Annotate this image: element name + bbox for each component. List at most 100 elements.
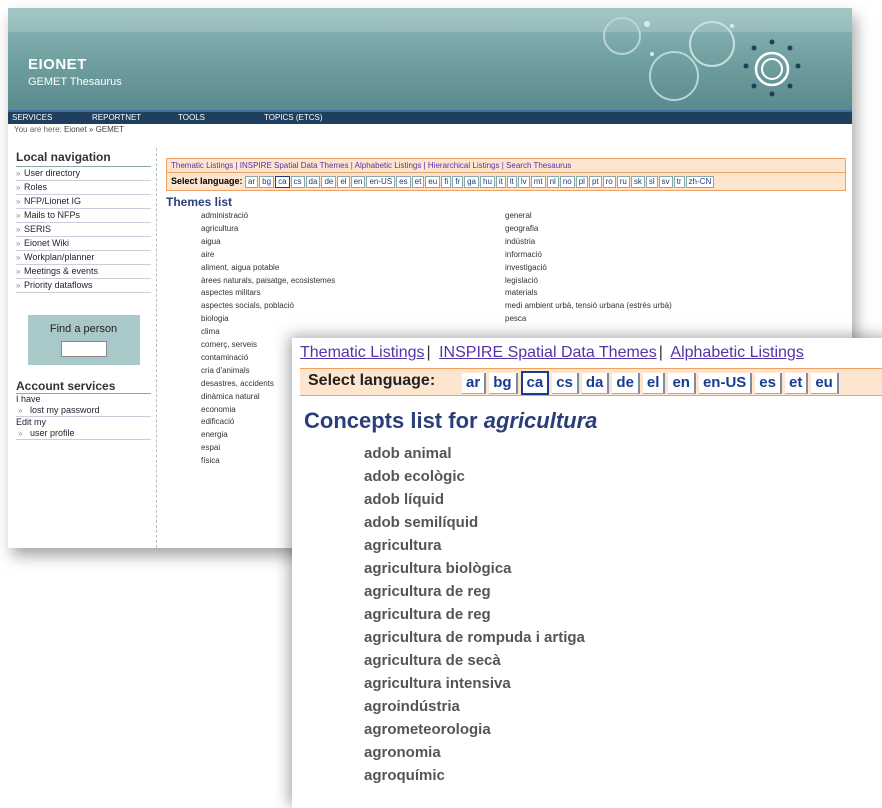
- language-fi[interactable]: fi: [441, 176, 452, 188]
- sidebar-item-wiki[interactable]: Eionet Wiki: [16, 237, 151, 251]
- theme-link[interactable]: contaminació: [201, 353, 248, 362]
- language-ga[interactable]: ga: [464, 176, 479, 188]
- language-ar[interactable]: ar: [245, 176, 259, 188]
- concept-item[interactable]: agricultura biològica: [364, 557, 585, 580]
- concept-item[interactable]: agricultura de secà: [364, 649, 585, 672]
- theme-link[interactable]: geografia: [505, 224, 538, 233]
- tab-hierarchical[interactable]: Hierarchical Listings: [428, 161, 500, 170]
- language-eu[interactable]: eu: [425, 176, 441, 188]
- zoom-language-el[interactable]: el: [642, 373, 666, 394]
- theme-link[interactable]: aspectes militars: [201, 288, 261, 297]
- language-tr[interactable]: tr: [673, 176, 685, 188]
- language-hu[interactable]: hu: [480, 176, 495, 188]
- nav-tools[interactable]: TOOLS: [178, 112, 205, 123]
- zoom-language-et[interactable]: et: [784, 373, 809, 394]
- language-es[interactable]: es: [396, 176, 411, 188]
- theme-link[interactable]: investigació: [505, 263, 547, 272]
- language-fr[interactable]: fr: [452, 176, 464, 188]
- language-el[interactable]: el: [337, 176, 350, 188]
- theme-link[interactable]: energia: [201, 430, 228, 439]
- tab-inspire[interactable]: INSPIRE Spatial Data Themes: [240, 161, 349, 170]
- theme-link[interactable]: general: [505, 211, 532, 220]
- concept-item[interactable]: agronomia: [364, 741, 585, 764]
- language-en-US[interactable]: en-US: [366, 176, 396, 188]
- theme-link[interactable]: edificació: [201, 417, 234, 426]
- breadcrumb-path[interactable]: Eionet » GEMET: [64, 125, 124, 134]
- tab-search[interactable]: Search Thesaurus: [506, 161, 571, 170]
- theme-link[interactable]: aspectes socials, població: [201, 301, 294, 310]
- concept-item[interactable]: agricultura intensiva: [364, 672, 585, 695]
- zoom-language-eu[interactable]: eu: [811, 373, 839, 394]
- language-ca[interactable]: ca: [275, 176, 290, 188]
- theme-link[interactable]: comerç, serveis: [201, 340, 257, 349]
- theme-link[interactable]: agricultura: [201, 224, 238, 233]
- language-pt[interactable]: pt: [588, 176, 602, 188]
- theme-link[interactable]: física: [201, 456, 220, 465]
- concept-item[interactable]: adob ecològic: [364, 465, 585, 488]
- zoom-language-cs[interactable]: cs: [552, 373, 579, 394]
- zoom-language-ca[interactable]: ca: [520, 371, 550, 395]
- concept-item[interactable]: agricultura de reg: [364, 603, 585, 626]
- theme-link[interactable]: medi ambient urbà, tensió urbana (estrès…: [505, 301, 672, 310]
- zoom-tab-alphabetic[interactable]: Alphabetic Listings: [670, 344, 803, 361]
- theme-link[interactable]: aigua: [201, 237, 221, 246]
- theme-link[interactable]: aire: [201, 250, 214, 259]
- nav-services[interactable]: SERVICES: [12, 112, 52, 123]
- sidebar-item-meetings[interactable]: Meetings & events: [16, 265, 151, 279]
- language-bg[interactable]: bg: [259, 176, 275, 188]
- theme-link[interactable]: espai: [201, 443, 220, 452]
- language-da[interactable]: da: [305, 176, 321, 188]
- language-no[interactable]: no: [559, 176, 575, 188]
- language-ro[interactable]: ro: [602, 176, 616, 188]
- concept-item[interactable]: agroquímic: [364, 764, 585, 787]
- sidebar-item-nfp-lionet[interactable]: NFP/Lionet IG: [16, 195, 151, 209]
- theme-link[interactable]: biologia: [201, 314, 229, 323]
- language-it[interactable]: it: [495, 176, 506, 188]
- concept-item[interactable]: adob líquid: [364, 488, 585, 511]
- nav-topics[interactable]: TOPICS (ETCS): [264, 112, 323, 123]
- sidebar-item-seris[interactable]: SERIS: [16, 223, 151, 237]
- zoom-language-bg[interactable]: bg: [489, 373, 518, 394]
- language-mt[interactable]: mt: [530, 176, 546, 188]
- eionet-logo[interactable]: EIONET: [28, 56, 87, 73]
- language-pl[interactable]: pl: [575, 176, 588, 188]
- theme-link[interactable]: indústria: [505, 237, 535, 246]
- theme-link[interactable]: dinàmica natural: [201, 392, 260, 401]
- theme-link[interactable]: aliment, aigua potable: [201, 263, 279, 272]
- concept-item[interactable]: agricultura: [364, 534, 585, 557]
- language-sl[interactable]: sl: [645, 176, 658, 188]
- find-person-input[interactable]: [60, 341, 107, 357]
- language-et[interactable]: et: [411, 176, 425, 188]
- language-zh-CN[interactable]: zh-CN: [685, 176, 715, 188]
- sidebar-item-dataflows[interactable]: Priority dataflows: [16, 279, 151, 293]
- theme-link[interactable]: legislació: [505, 276, 538, 285]
- theme-link[interactable]: informació: [505, 250, 542, 259]
- zoom-language-de[interactable]: de: [612, 373, 640, 394]
- theme-link[interactable]: administració: [201, 211, 248, 220]
- concept-item[interactable]: adob semilíquid: [364, 511, 585, 534]
- language-nl[interactable]: nl: [546, 176, 559, 188]
- zoom-language-en[interactable]: en: [668, 373, 696, 394]
- zoom-language-es[interactable]: es: [755, 373, 782, 394]
- tab-thematic[interactable]: Thematic Listings: [171, 161, 233, 170]
- zoom-language-en-US[interactable]: en-US: [698, 373, 753, 394]
- language-en[interactable]: en: [350, 176, 366, 188]
- user-profile-link[interactable]: user profile: [16, 428, 151, 440]
- zoom-language-da[interactable]: da: [581, 373, 610, 394]
- language-lv[interactable]: lv: [517, 176, 530, 188]
- language-ru[interactable]: ru: [616, 176, 630, 188]
- concept-item[interactable]: agrometeorologia: [364, 718, 585, 741]
- sidebar-item-roles[interactable]: Roles: [16, 181, 151, 195]
- language-lt[interactable]: lt: [506, 176, 517, 188]
- language-de[interactable]: de: [321, 176, 337, 188]
- theme-link[interactable]: economia: [201, 405, 236, 414]
- theme-link[interactable]: àrees naturals, paisatge, ecosistemes: [201, 276, 335, 285]
- zoom-tab-inspire[interactable]: INSPIRE Spatial Data Themes: [439, 344, 657, 361]
- language-cs[interactable]: cs: [290, 176, 305, 188]
- nav-reportnet[interactable]: REPORTNET: [92, 112, 141, 123]
- theme-link[interactable]: cria d'animals: [201, 366, 250, 375]
- concept-item[interactable]: agricultura de rompuda i artiga: [364, 626, 585, 649]
- sidebar-item-workplan[interactable]: Workplan/planner: [16, 251, 151, 265]
- sidebar-item-user-directory[interactable]: User directory: [16, 167, 151, 181]
- theme-link[interactable]: clima: [201, 327, 220, 336]
